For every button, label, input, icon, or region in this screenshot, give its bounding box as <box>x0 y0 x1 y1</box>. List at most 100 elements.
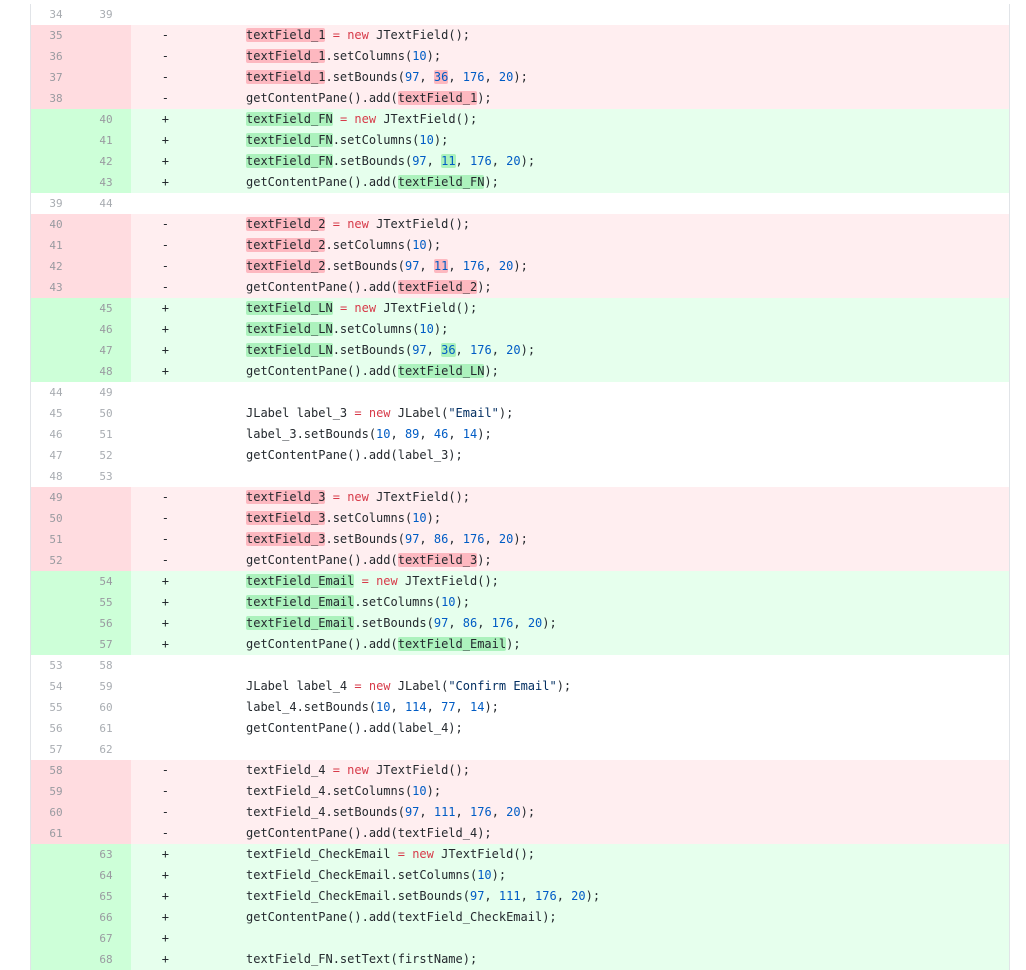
old-line-number[interactable] <box>31 865 81 886</box>
new-line-number[interactable]: 39 <box>81 4 131 25</box>
new-line-number[interactable]: 47 <box>81 340 131 361</box>
new-line-number[interactable]: 61 <box>81 718 131 739</box>
code-token: ); <box>433 133 449 147</box>
new-line-number[interactable] <box>81 214 131 235</box>
old-line-number[interactable] <box>31 613 81 634</box>
new-line-number[interactable]: 59 <box>81 676 131 697</box>
old-line-number[interactable]: 36 <box>31 46 81 67</box>
old-line-number[interactable]: 38 <box>31 88 81 109</box>
new-line-number[interactable]: 56 <box>81 613 131 634</box>
new-line-number[interactable] <box>81 25 131 46</box>
new-line-number[interactable] <box>81 277 131 298</box>
new-line-number[interactable]: 46 <box>81 319 131 340</box>
diff-sign: + <box>161 175 169 189</box>
old-line-number[interactable]: 44 <box>31 382 81 403</box>
new-line-number[interactable]: 54 <box>81 571 131 592</box>
old-line-number[interactable]: 42 <box>31 256 81 277</box>
new-line-number[interactable]: 41 <box>81 130 131 151</box>
old-line-number[interactable]: 61 <box>31 823 81 844</box>
old-line-number[interactable]: 50 <box>31 508 81 529</box>
old-line-number[interactable] <box>31 151 81 172</box>
old-line-number[interactable]: 52 <box>31 550 81 571</box>
new-line-number[interactable]: 45 <box>81 298 131 319</box>
old-line-number[interactable]: 47 <box>31 445 81 466</box>
old-line-number[interactable]: 41 <box>31 235 81 256</box>
old-line-number[interactable] <box>31 319 81 340</box>
old-line-number[interactable] <box>31 634 81 655</box>
old-line-number[interactable] <box>31 844 81 865</box>
old-line-number[interactable]: 55 <box>31 697 81 718</box>
new-line-number[interactable]: 40 <box>81 109 131 130</box>
code-token: ); <box>498 406 514 420</box>
new-line-number[interactable] <box>81 46 131 67</box>
old-line-number[interactable] <box>31 886 81 907</box>
new-line-number[interactable] <box>81 256 131 277</box>
new-line-number[interactable] <box>81 487 131 508</box>
new-line-number[interactable] <box>81 550 131 571</box>
old-line-number[interactable]: 60 <box>31 802 81 823</box>
old-line-number[interactable] <box>31 949 81 970</box>
old-line-number[interactable]: 37 <box>31 67 81 88</box>
new-line-number[interactable]: 62 <box>81 739 131 760</box>
new-line-number[interactable] <box>81 529 131 550</box>
old-line-number[interactable]: 56 <box>31 718 81 739</box>
new-line-number[interactable]: 66 <box>81 907 131 928</box>
old-line-number[interactable] <box>31 340 81 361</box>
old-line-number[interactable] <box>31 361 81 382</box>
new-line-number[interactable]: 60 <box>81 697 131 718</box>
new-line-number[interactable]: 64 <box>81 865 131 886</box>
old-line-number[interactable]: 45 <box>31 403 81 424</box>
new-line-number[interactable]: 43 <box>81 172 131 193</box>
old-line-number[interactable]: 54 <box>31 676 81 697</box>
new-line-number[interactable] <box>81 781 131 802</box>
new-line-number[interactable]: 49 <box>81 382 131 403</box>
old-line-number[interactable] <box>31 928 81 949</box>
new-line-number[interactable]: 58 <box>81 655 131 676</box>
old-line-number[interactable]: 57 <box>31 739 81 760</box>
old-line-number[interactable]: 34 <box>31 4 81 25</box>
new-line-number[interactable]: 48 <box>81 361 131 382</box>
old-line-number[interactable]: 40 <box>31 214 81 235</box>
old-line-number[interactable] <box>31 172 81 193</box>
new-line-number[interactable] <box>81 508 131 529</box>
new-line-number[interactable]: 42 <box>81 151 131 172</box>
new-line-number[interactable] <box>81 760 131 781</box>
new-line-number[interactable] <box>81 823 131 844</box>
new-line-number[interactable] <box>81 88 131 109</box>
new-line-number[interactable]: 52 <box>81 445 131 466</box>
code-token: , <box>484 532 499 546</box>
code-token: 14 <box>462 427 478 441</box>
old-line-number[interactable] <box>31 592 81 613</box>
new-line-number[interactable] <box>81 67 131 88</box>
old-line-number[interactable]: 58 <box>31 760 81 781</box>
new-line-number[interactable]: 44 <box>81 193 131 214</box>
new-line-number[interactable]: 53 <box>81 466 131 487</box>
code-token: 10 <box>412 511 427 525</box>
old-line-number[interactable]: 48 <box>31 466 81 487</box>
new-line-number[interactable]: 55 <box>81 592 131 613</box>
old-line-number[interactable]: 46 <box>31 424 81 445</box>
old-line-number[interactable] <box>31 109 81 130</box>
old-line-number[interactable] <box>31 130 81 151</box>
old-line-number[interactable]: 35 <box>31 25 81 46</box>
diff-line-added: 66 + getContentPane().add(textField_CheckE… <box>31 907 1009 928</box>
new-line-number[interactable] <box>81 235 131 256</box>
old-line-number[interactable]: 53 <box>31 655 81 676</box>
old-line-number[interactable] <box>31 298 81 319</box>
old-line-number[interactable] <box>31 571 81 592</box>
new-line-number[interactable]: 65 <box>81 886 131 907</box>
new-line-number[interactable]: 50 <box>81 403 131 424</box>
old-line-number[interactable] <box>31 907 81 928</box>
old-line-number[interactable]: 49 <box>31 487 81 508</box>
new-line-number[interactable]: 51 <box>81 424 131 445</box>
old-line-number[interactable]: 51 <box>31 529 81 550</box>
old-line-number[interactable]: 43 <box>31 277 81 298</box>
new-line-number[interactable]: 63 <box>81 844 131 865</box>
new-line-number[interactable]: 68 <box>81 949 131 970</box>
old-line-number[interactable]: 39 <box>31 193 81 214</box>
new-line-number[interactable]: 67 <box>81 928 131 949</box>
old-line-number[interactable]: 59 <box>31 781 81 802</box>
new-line-number[interactable] <box>81 802 131 823</box>
new-line-number[interactable]: 57 <box>81 634 131 655</box>
